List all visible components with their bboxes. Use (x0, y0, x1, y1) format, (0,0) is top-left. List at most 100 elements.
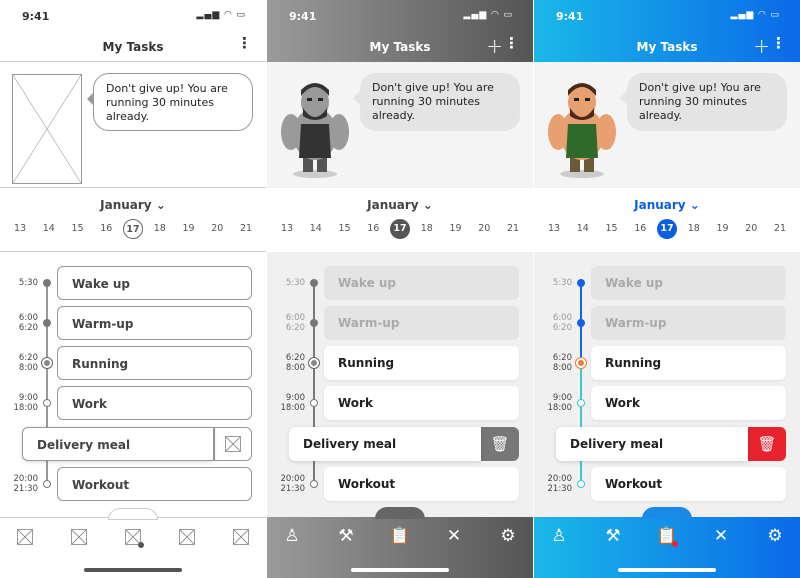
tab-clipboard-check[interactable] (120, 526, 146, 548)
month-label: January (367, 198, 419, 212)
time-value: 6:00 (552, 313, 572, 323)
time-value: 21:30 (13, 484, 39, 494)
task-card[interactable]: Delivery meal (289, 427, 481, 461)
day-16[interactable]: 16 (94, 219, 118, 239)
task-time: 20:00 21:30 (8, 474, 39, 494)
task-card[interactable]: Warm-up (57, 306, 252, 340)
tab-dumbbell[interactable]: ⚒ (600, 525, 626, 547)
month-selector[interactable]: January ⌄ (0, 198, 266, 212)
more-vertical-icon[interactable]: ⋮ (237, 36, 252, 51)
add-task-button[interactable]: + (486, 34, 503, 58)
calendar: January ⌄ 13 14 15 16 17 18 19 20 21 (534, 188, 800, 252)
day-13[interactable]: 13 (542, 219, 566, 239)
tab-fork-knife[interactable]: ✕ (708, 525, 734, 547)
app-header: My Tasks + ⋮ (267, 32, 533, 62)
day-14[interactable]: 14 (304, 219, 328, 239)
day-21[interactable]: 21 (768, 219, 792, 239)
tab-person[interactable] (12, 526, 38, 548)
task-card[interactable]: Workout (57, 467, 252, 501)
notification-badge (672, 541, 678, 547)
day-18[interactable]: 18 (148, 219, 172, 239)
task-timeline: 5:30 Wake up 6:00 6:20 Warm-up 6:20 8:00 Runnin… (267, 252, 533, 517)
day-20[interactable]: 20 (205, 219, 229, 239)
time-value: 20:00 (13, 474, 39, 484)
task-label: Warm-up (72, 317, 134, 331)
day-19[interactable]: 19 (711, 219, 735, 239)
day-15[interactable]: 15 (333, 219, 357, 239)
tab-gear[interactable]: ⚙ (495, 525, 521, 547)
speech-bubble: Don't give up! You are running 30 minute… (620, 73, 787, 131)
day-14[interactable]: 14 (571, 219, 595, 239)
tab-person[interactable]: ♙ (546, 525, 572, 547)
tab-clipboard-check[interactable]: 📋 (654, 525, 680, 547)
day-20[interactable]: 20 (739, 219, 763, 239)
day-19[interactable]: 19 (177, 219, 201, 239)
timeline-line (580, 363, 582, 484)
time-value: 6:20 (285, 353, 305, 363)
tab-fork-knife[interactable] (174, 526, 200, 548)
task-card[interactable]: Delivery meal (556, 427, 748, 461)
delete-task-button[interactable]: 🗑 (481, 427, 519, 461)
day-19[interactable]: 19 (444, 219, 468, 239)
task-time: 5:30 (275, 278, 305, 288)
day-13[interactable]: 13 (275, 219, 299, 239)
day-15[interactable]: 15 (66, 219, 90, 239)
day-21[interactable]: 21 (234, 219, 258, 239)
day-16[interactable]: 16 (628, 219, 652, 239)
task-card[interactable]: Running (324, 346, 519, 380)
task-card[interactable]: Warm-up (591, 306, 786, 340)
status-icons: ▂▄▆ ◠ ▭ (463, 10, 513, 20)
tab-person[interactable]: ♙ (279, 525, 305, 547)
timeline-dot-upcoming (43, 399, 51, 407)
day-15[interactable]: 15 (600, 219, 624, 239)
task-card[interactable]: Workout (324, 467, 519, 501)
timeline-dot-upcoming (577, 399, 585, 407)
tab-clipboard-check[interactable]: 📋 (387, 525, 413, 547)
day-17[interactable]: 17 (390, 219, 410, 239)
gear-icon: ⚙ (500, 526, 516, 546)
task-card[interactable]: Warm-up (324, 306, 519, 340)
task-card[interactable]: Running (591, 346, 786, 380)
day-18[interactable]: 18 (415, 219, 439, 239)
day-13[interactable]: 13 (8, 219, 32, 239)
day-20[interactable]: 20 (472, 219, 496, 239)
tab-gear[interactable] (228, 526, 254, 548)
timeline-dot-done (43, 279, 51, 287)
delete-task-button[interactable] (214, 427, 252, 461)
task-label: Delivery meal (570, 437, 664, 451)
timeline-dot-current (309, 358, 319, 368)
task-card[interactable]: Work (57, 386, 252, 420)
day-18[interactable]: 18 (682, 219, 706, 239)
tab-dumbbell[interactable] (66, 526, 92, 548)
tab-dumbbell[interactable]: ⚒ (333, 525, 359, 547)
delete-task-button[interactable]: 🗑 (748, 427, 786, 461)
task-card[interactable]: Wake up (324, 266, 519, 300)
task-card[interactable]: Wake up (57, 266, 252, 300)
add-task-button[interactable]: + (753, 34, 770, 58)
tab-gear[interactable]: ⚙ (762, 525, 788, 547)
timeline-dot-current (576, 358, 586, 368)
day-21[interactable]: 21 (501, 219, 525, 239)
task-card[interactable]: Workout (591, 467, 786, 501)
timeline-dot-upcoming (310, 399, 318, 407)
day-16[interactable]: 16 (361, 219, 385, 239)
task-card[interactable]: Work (324, 386, 519, 420)
tab-fork-knife[interactable]: ✕ (441, 525, 467, 547)
day-17[interactable]: 17 (123, 219, 143, 239)
more-vertical-icon[interactable]: ⋮ (504, 36, 519, 51)
more-vertical-icon[interactable]: ⋮ (771, 36, 786, 51)
chevron-down-icon: ⌄ (685, 198, 700, 212)
task-card[interactable]: Delivery meal (22, 427, 214, 461)
time-value: 6:20 (18, 353, 38, 363)
time-value: 6:20 (18, 323, 38, 333)
calendar: January ⌄ 13 14 15 16 17 18 19 20 21 (0, 188, 266, 252)
month-selector[interactable]: January ⌄ (534, 198, 800, 212)
task-card[interactable]: Running (57, 346, 252, 380)
task-card[interactable]: Wake up (591, 266, 786, 300)
month-selector[interactable]: January ⌄ (267, 198, 533, 212)
motivation-panel: Don't give up! You are running 30 minute… (267, 62, 533, 188)
day-17[interactable]: 17 (657, 219, 677, 239)
day-14[interactable]: 14 (37, 219, 61, 239)
task-card[interactable]: Work (591, 386, 786, 420)
gear-icon: ⚙ (767, 526, 783, 546)
